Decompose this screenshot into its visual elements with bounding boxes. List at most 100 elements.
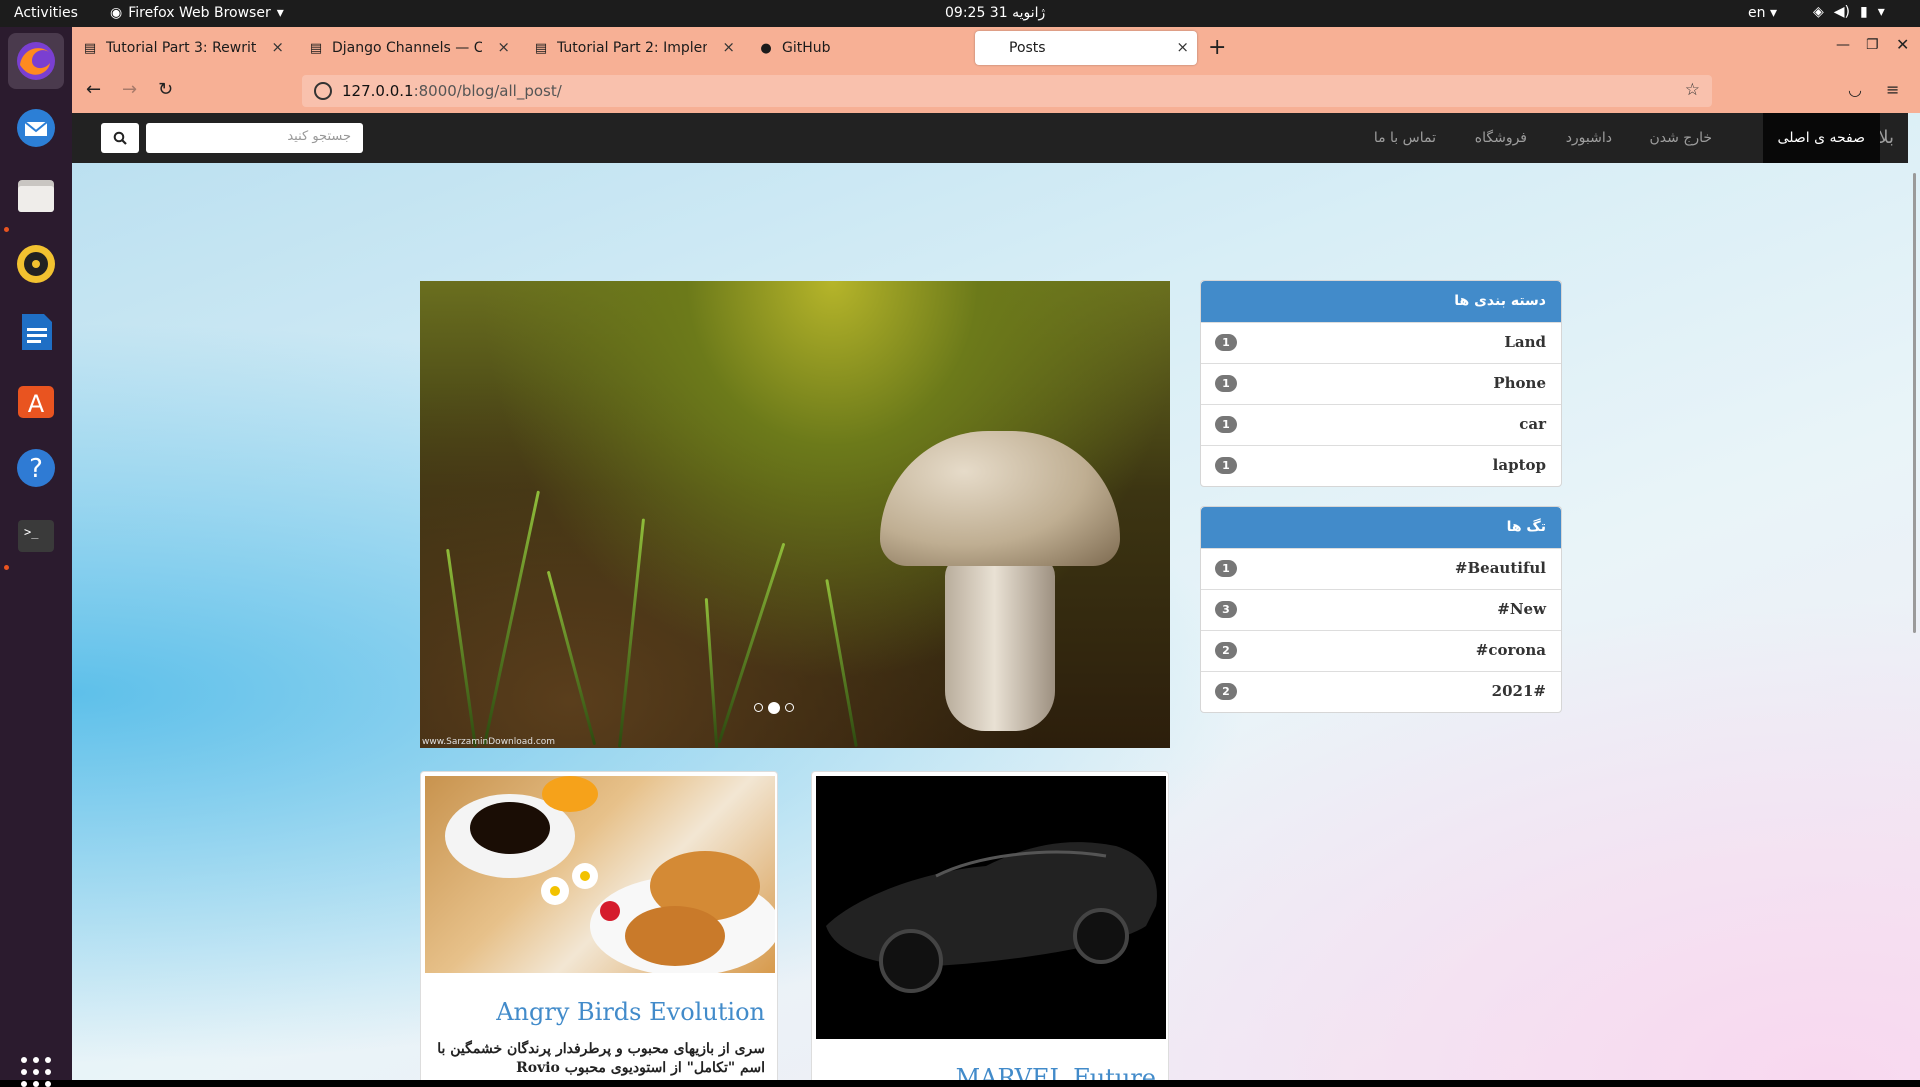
post-card[interactable]: Angry Birds Evolution سری از بازیهای محب… bbox=[420, 771, 778, 1080]
count-badge: 1 bbox=[1215, 457, 1237, 474]
rhythmbox-dock-icon[interactable] bbox=[8, 236, 64, 292]
nav-toolbar: ← → ↻ 127.0.0.1:8000/blog/all_post/ ☆ ◡ … bbox=[72, 69, 1920, 177]
close-tab-icon[interactable]: × bbox=[497, 38, 510, 56]
doc-icon: ▤ bbox=[83, 40, 97, 56]
nav-home[interactable]: صفحه ی اصلی bbox=[1762, 113, 1880, 163]
doc-icon: ▤ bbox=[309, 40, 323, 56]
search-button[interactable] bbox=[101, 123, 139, 153]
reload-button[interactable]: ↻ bbox=[158, 79, 173, 100]
back-button[interactable]: ← bbox=[86, 79, 101, 100]
files-dock-icon[interactable] bbox=[8, 168, 64, 224]
pocket-icon[interactable]: ◡ bbox=[1848, 80, 1862, 99]
tag-label: 2021# bbox=[1491, 682, 1546, 700]
search-input[interactable]: جستجو کنید bbox=[146, 123, 363, 153]
forward-button[interactable]: → bbox=[122, 79, 137, 100]
category-item[interactable]: Land 1 bbox=[1201, 322, 1561, 363]
tab-title: Posts bbox=[1009, 40, 1046, 56]
category-label: Phone bbox=[1493, 374, 1546, 392]
site-navbar: بلاگ صفحه ی اصلی خارج شدن داشبورد فروشگا… bbox=[72, 113, 1908, 163]
firefox-window: ▤ Tutorial Part 3: Rewrite C × ▤ Django … bbox=[72, 27, 1920, 1080]
battery-icon: ▮ bbox=[1860, 4, 1868, 20]
software-center-dock-icon[interactable]: A bbox=[8, 372, 64, 428]
help-dock-icon[interactable]: ? bbox=[8, 440, 64, 496]
clock[interactable]: 09:25 31 ژانویه bbox=[945, 5, 1045, 21]
github-icon: ● bbox=[760, 40, 772, 56]
close-window-button[interactable]: ✕ bbox=[1896, 35, 1909, 54]
new-tab-button[interactable]: + bbox=[1208, 35, 1226, 60]
firefox-small-icon: ◉ bbox=[110, 5, 123, 21]
tags-panel: تگ ها Beautiful# 1 New# 3 corona# 2 2021# 2 bbox=[1200, 506, 1562, 713]
language-indicator[interactable]: en ▾ bbox=[1748, 5, 1777, 21]
post-title[interactable]: MARVEL Future bbox=[956, 1064, 1156, 1080]
tab-tutorial-2[interactable]: ▤ Tutorial Part 2: Implemen × bbox=[523, 31, 743, 65]
count-badge: 3 bbox=[1215, 601, 1237, 618]
nav-dashboard[interactable]: داشبورد bbox=[1566, 113, 1612, 163]
writer-dock-icon[interactable] bbox=[8, 304, 64, 360]
url-bar[interactable]: 127.0.0.1:8000/blog/all_post/ ☆ bbox=[302, 75, 1712, 177]
nav-shop[interactable]: فروشگاه bbox=[1475, 113, 1527, 163]
tag-item[interactable]: Beautiful# 1 bbox=[1201, 548, 1561, 589]
carousel-indicators[interactable] bbox=[754, 702, 794, 714]
tags-title: تگ ها bbox=[1201, 507, 1561, 548]
svg-text:A: A bbox=[28, 390, 45, 418]
activities-button[interactable]: Activities bbox=[14, 5, 78, 21]
chevron-down-icon: ▾ bbox=[1877, 4, 1885, 20]
page-scrollbar[interactable] bbox=[1913, 173, 1916, 633]
thunderbird-dock-icon[interactable] bbox=[8, 100, 64, 156]
close-tab-icon[interactable]: × bbox=[271, 38, 284, 56]
carousel-dot-1[interactable] bbox=[754, 703, 763, 712]
tracking-shield-icon[interactable] bbox=[314, 82, 332, 100]
tab-django-channels[interactable]: ▤ Django Channels — Chan × bbox=[298, 31, 518, 65]
image-carousel[interactable]: www.SarzaminDownload.com bbox=[420, 281, 1170, 748]
close-tab-icon[interactable]: × bbox=[1176, 38, 1189, 56]
tab-title: Tutorial Part 3: Rewrite C bbox=[106, 40, 256, 56]
chevron-down-icon: ▾ bbox=[276, 5, 284, 21]
carousel-dot-3[interactable] bbox=[785, 703, 794, 712]
hamburger-menu-icon[interactable]: ≡ bbox=[1886, 80, 1899, 99]
category-label: Land bbox=[1504, 333, 1546, 351]
category-item[interactable]: laptop 1 bbox=[1201, 445, 1561, 486]
volume-icon: ◀) bbox=[1833, 4, 1851, 20]
count-badge: 1 bbox=[1215, 375, 1237, 392]
terminal-dock-icon[interactable]: >_ bbox=[8, 508, 64, 564]
categories-title: دسته بندی ها bbox=[1201, 281, 1561, 322]
show-apps-icon[interactable] bbox=[21, 1057, 51, 1087]
tab-posts[interactable]: Posts × bbox=[975, 31, 1197, 65]
tag-item[interactable]: New# 3 bbox=[1201, 589, 1561, 630]
tag-label: New# bbox=[1497, 600, 1546, 618]
nav-contact[interactable]: تماس با ما bbox=[1374, 113, 1436, 163]
category-item[interactable]: Phone 1 bbox=[1201, 363, 1561, 404]
mushroom-image bbox=[880, 431, 1120, 566]
nav-logout[interactable]: خارج شدن bbox=[1649, 113, 1712, 163]
tag-item[interactable]: corona# 2 bbox=[1201, 630, 1561, 671]
category-item[interactable]: car 1 bbox=[1201, 404, 1561, 445]
app-menu[interactable]: ◉ Firefox Web Browser ▾ bbox=[110, 5, 284, 21]
post-card[interactable]: MARVEL Future bbox=[811, 771, 1169, 1080]
post-image bbox=[816, 776, 1166, 1039]
count-badge: 1 bbox=[1215, 560, 1237, 577]
app-menu-label: Firefox Web Browser bbox=[128, 5, 271, 21]
tab-tutorial-3[interactable]: ▤ Tutorial Part 3: Rewrite C × bbox=[72, 31, 292, 65]
firefox-dock-icon[interactable] bbox=[8, 33, 64, 89]
language-label: en bbox=[1748, 5, 1766, 21]
system-top-bar: Activities ◉ Firefox Web Browser ▾ 09:25… bbox=[0, 0, 1920, 27]
minimize-button[interactable]: — bbox=[1836, 37, 1850, 53]
tab-title: Tutorial Part 2: Implemen bbox=[557, 40, 707, 56]
post-excerpt: سری از بازیهای محبوب و پرطرفدار پرندگان … bbox=[437, 1041, 765, 1080]
tag-item[interactable]: 2021# 2 bbox=[1201, 671, 1561, 712]
restore-button[interactable]: ❐ bbox=[1866, 37, 1879, 53]
system-tray[interactable]: ◈ ◀) ▮ ▾ bbox=[1813, 4, 1885, 20]
post-title[interactable]: Angry Birds Evolution bbox=[496, 998, 765, 1026]
dock: A ? >_ bbox=[0, 27, 72, 1087]
tab-title: GitHub bbox=[782, 40, 831, 56]
web-page: بلاگ صفحه ی اصلی خارج شدن داشبورد فروشگا… bbox=[72, 113, 1920, 1080]
bookmark-star-icon[interactable]: ☆ bbox=[1685, 80, 1700, 100]
network-icon: ◈ bbox=[1813, 4, 1824, 20]
svg-text:>_: >_ bbox=[24, 525, 39, 539]
category-label: car bbox=[1519, 415, 1546, 433]
svg-text:?: ? bbox=[29, 454, 43, 484]
carousel-dot-2[interactable] bbox=[768, 702, 780, 714]
url-host: 127.0.0.1 bbox=[342, 82, 414, 100]
close-tab-icon[interactable]: × bbox=[722, 38, 735, 56]
tag-label: corona# bbox=[1475, 641, 1546, 659]
